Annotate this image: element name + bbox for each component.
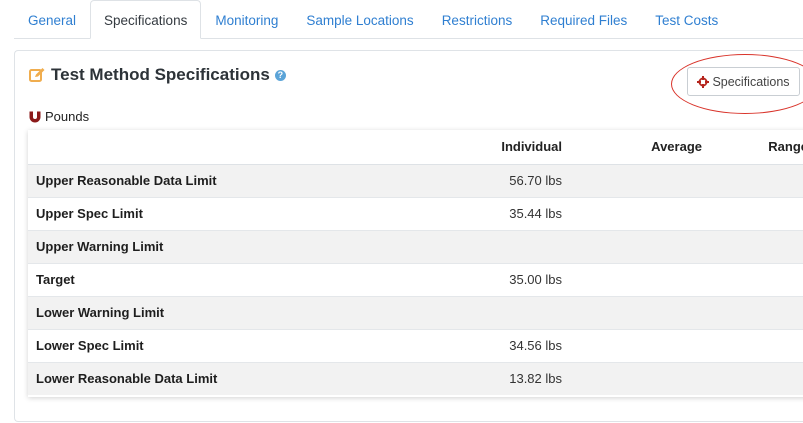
individual-value: 35.00 lbs <box>412 262 562 296</box>
tab-monitoring[interactable]: Monitoring <box>201 1 292 38</box>
average-value <box>562 328 702 362</box>
unit-text: Pounds <box>45 109 90 124</box>
tab-required-files[interactable]: Required Files <box>526 1 641 38</box>
table-header-row: Individual Average Range <box>28 130 803 165</box>
header-name <box>28 130 412 165</box>
tab-general[interactable]: General <box>14 1 90 38</box>
row-label: Upper Spec Limit <box>28 196 412 230</box>
table-row: Upper Spec Limit 35.44 lbs <box>28 196 803 230</box>
spec-table: Individual Average Range Upper Reasonabl… <box>28 130 803 395</box>
magnet-icon <box>29 111 41 122</box>
average-value <box>562 262 702 296</box>
header-range: Range <box>702 130 803 165</box>
individual-value: 56.70 lbs <box>412 163 562 197</box>
range-value <box>702 295 803 329</box>
individual-value: 13.82 lbs <box>412 361 562 395</box>
average-value <box>562 163 702 197</box>
card-title: Test Method Specifications <box>51 65 270 84</box>
specifications-button[interactable]: Specifications <box>687 67 800 96</box>
range-value <box>702 196 803 230</box>
range-value <box>702 361 803 395</box>
table-row: Upper Reasonable Data Limit 56.70 lbs <box>28 163 803 197</box>
individual-value: 34.56 lbs <box>412 328 562 362</box>
row-label: Upper Reasonable Data Limit <box>28 163 412 197</box>
unit-label: Pounds <box>29 109 89 124</box>
card-header: Test Method Specifications ? <box>29 65 286 85</box>
average-value <box>562 196 702 230</box>
crosshair-icon <box>697 75 710 88</box>
row-label: Lower Reasonable Data Limit <box>28 361 412 395</box>
table-row: Lower Reasonable Data Limit 13.82 lbs <box>28 361 803 395</box>
table-row: Lower Warning Limit <box>28 295 803 329</box>
tab-bar: General Specifications Monitoring Sample… <box>14 0 803 39</box>
row-label: Target <box>28 262 412 296</box>
table-row: Upper Warning Limit <box>28 229 803 263</box>
range-value <box>702 328 803 362</box>
tab-test-costs[interactable]: Test Costs <box>641 1 732 38</box>
edit-icon <box>29 68 45 82</box>
tab-specifications[interactable]: Specifications <box>90 0 202 39</box>
row-label: Lower Spec Limit <box>28 328 412 362</box>
row-label: Upper Warning Limit <box>28 229 412 263</box>
individual-value <box>412 229 562 263</box>
average-value <box>562 295 702 329</box>
tab-restrictions[interactable]: Restrictions <box>428 1 527 38</box>
specifications-card: Test Method Specifications ? Specificati… <box>14 50 803 422</box>
individual-value: 35.44 lbs <box>412 196 562 230</box>
header-individual: Individual <box>412 130 562 165</box>
range-value <box>702 262 803 296</box>
range-value <box>702 163 803 197</box>
table-row: Target 35.00 lbs <box>28 262 803 296</box>
table-row: Lower Spec Limit 34.56 lbs <box>28 328 803 362</box>
spec-table-container: Individual Average Range Upper Reasonabl… <box>28 130 803 397</box>
header-average: Average <box>562 130 702 165</box>
tab-sample-locations[interactable]: Sample Locations <box>292 1 427 38</box>
range-value <box>702 229 803 263</box>
individual-value <box>412 295 562 329</box>
help-icon[interactable]: ? <box>274 69 286 81</box>
average-value <box>562 229 702 263</box>
average-value <box>562 361 702 395</box>
row-label: Lower Warning Limit <box>28 295 412 329</box>
specifications-button-label: Specifications <box>712 74 790 89</box>
